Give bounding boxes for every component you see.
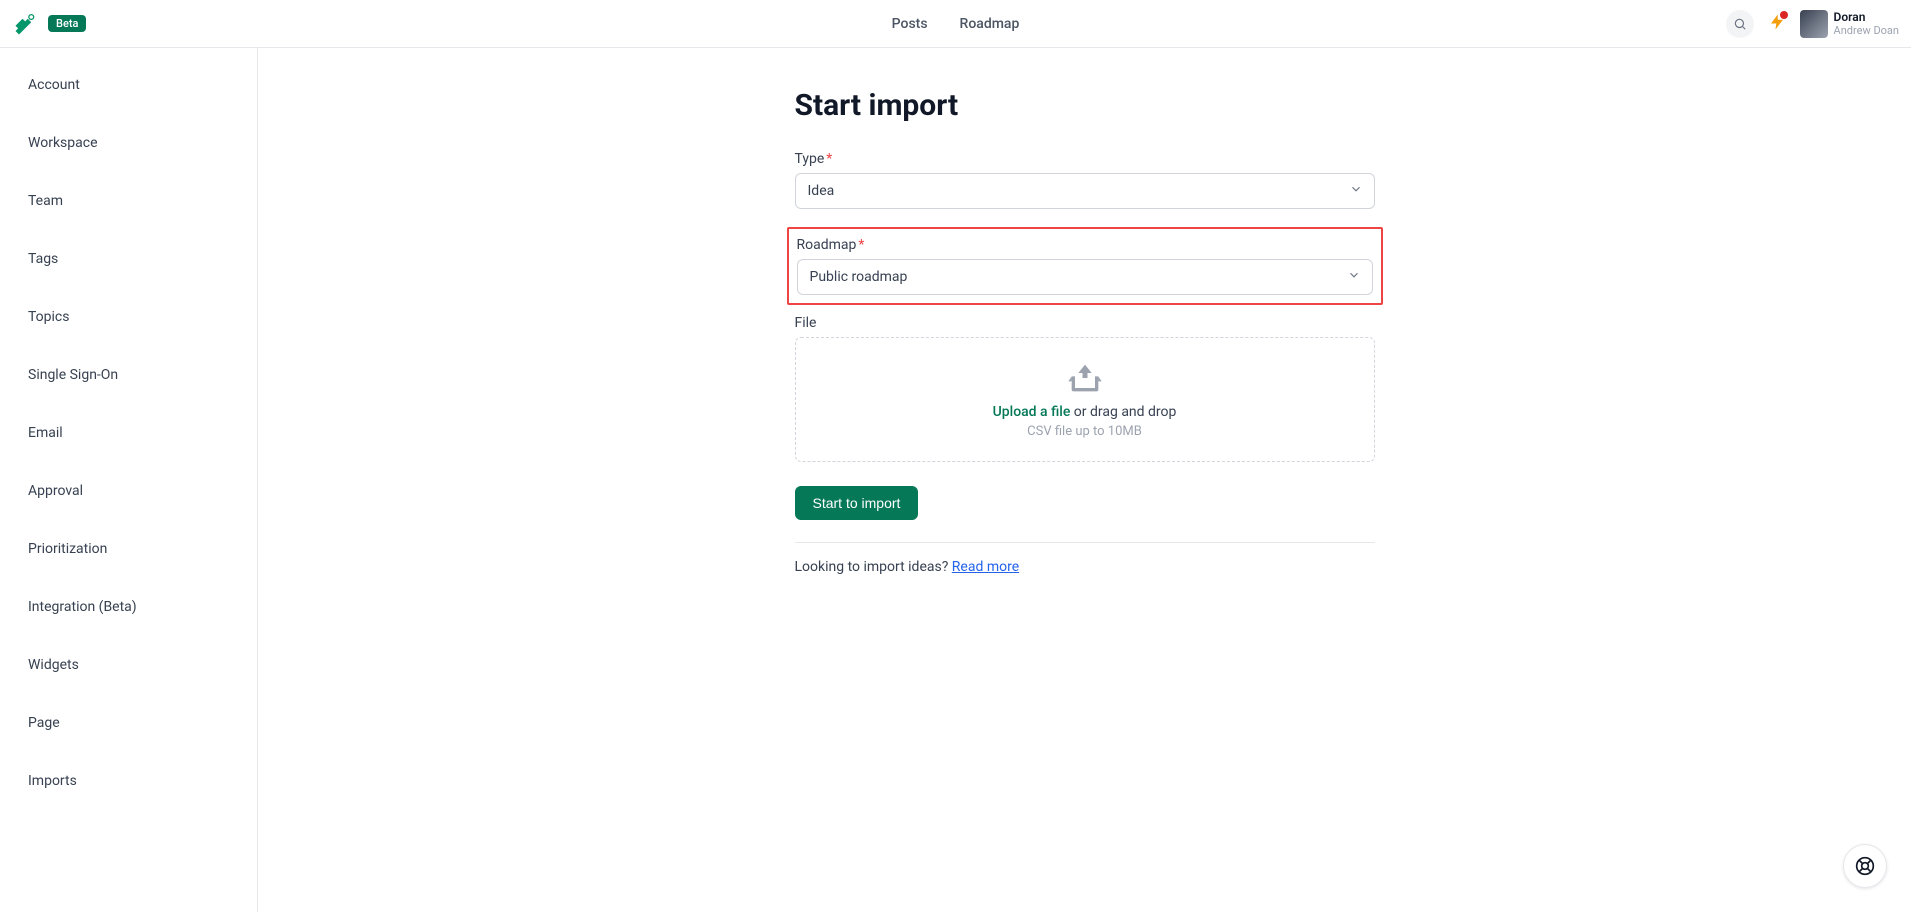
help-fab[interactable]	[1843, 844, 1887, 888]
start-import-button[interactable]: Start to import	[795, 486, 919, 520]
sidebar: Account Workspace Team Tags Topics Singl…	[0, 48, 258, 912]
notification-dot	[1780, 11, 1788, 19]
required-mark: *	[858, 237, 864, 253]
sidebar-item-prioritization[interactable]: Prioritization	[0, 530, 257, 568]
header-left: Beta	[12, 10, 86, 38]
beta-badge: Beta	[48, 15, 86, 32]
header: Beta Posts Roadmap Doran Andrew Doan	[0, 0, 1911, 48]
type-select[interactable]: Idea	[795, 173, 1375, 209]
type-select-wrapper: Idea	[795, 173, 1375, 209]
sidebar-item-integration[interactable]: Integration (Beta)	[0, 588, 257, 626]
sidebar-item-email[interactable]: Email	[0, 414, 257, 452]
sidebar-item-team[interactable]: Team	[0, 182, 257, 220]
user-name: Doran	[1834, 10, 1899, 24]
sidebar-item-workspace[interactable]: Workspace	[0, 124, 257, 162]
field-file: File Upload a file or drag and drop CSV	[795, 315, 1375, 462]
header-right: Doran Andrew Doan	[1726, 10, 1899, 38]
field-type: Type* Idea	[795, 151, 1375, 209]
roadmap-select-wrapper: Public roadmap	[797, 259, 1373, 295]
upload-link[interactable]: Upload a file	[993, 404, 1071, 420]
avatar	[1800, 10, 1828, 38]
type-label: Type*	[795, 151, 1375, 167]
main: Start import Type* Idea Roadmap* Public	[258, 48, 1911, 912]
layout: Account Workspace Team Tags Topics Singl…	[0, 48, 1911, 912]
sidebar-item-widgets[interactable]: Widgets	[0, 646, 257, 684]
roadmap-label: Roadmap*	[797, 237, 1373, 253]
logo[interactable]	[12, 10, 40, 38]
header-nav: Posts Roadmap	[892, 16, 1020, 32]
user-fullname: Andrew Doan	[1834, 24, 1899, 37]
content: Start import Type* Idea Roadmap* Public	[795, 88, 1375, 872]
sidebar-item-tags[interactable]: Tags	[0, 240, 257, 278]
sidebar-item-approval[interactable]: Approval	[0, 472, 257, 510]
nav-posts[interactable]: Posts	[892, 16, 928, 32]
sidebar-item-page[interactable]: Page	[0, 704, 257, 742]
nav-roadmap[interactable]: Roadmap	[960, 16, 1020, 32]
page-title: Start import	[795, 88, 1375, 123]
roadmap-select[interactable]: Public roadmap	[797, 259, 1373, 295]
sidebar-item-topics[interactable]: Topics	[0, 298, 257, 336]
file-label: File	[795, 315, 1375, 331]
notifications-button[interactable]	[1768, 13, 1786, 35]
user-menu[interactable]: Doran Andrew Doan	[1800, 10, 1899, 38]
user-text: Doran Andrew Doan	[1834, 10, 1899, 38]
read-more-link[interactable]: Read more	[952, 559, 1019, 575]
file-hint: CSV file up to 10MB	[818, 424, 1352, 439]
search-button[interactable]	[1726, 10, 1754, 38]
required-mark: *	[826, 151, 832, 167]
upload-icon	[818, 360, 1352, 396]
help-text: Looking to import ideas? Read more	[795, 559, 1375, 575]
sidebar-item-sso[interactable]: Single Sign-On	[0, 356, 257, 394]
divider	[795, 542, 1375, 543]
file-dropzone[interactable]: Upload a file or drag and drop CSV file …	[795, 337, 1375, 462]
logo-icon	[12, 10, 40, 38]
sidebar-item-account[interactable]: Account	[0, 66, 257, 104]
lifebuoy-icon	[1855, 856, 1875, 876]
field-roadmap: Roadmap* Public roadmap	[787, 227, 1383, 305]
drag-text: or drag and drop	[1070, 404, 1176, 420]
sidebar-item-imports[interactable]: Imports	[0, 762, 257, 800]
search-icon	[1733, 17, 1747, 31]
file-text: Upload a file or drag and drop	[818, 404, 1352, 420]
